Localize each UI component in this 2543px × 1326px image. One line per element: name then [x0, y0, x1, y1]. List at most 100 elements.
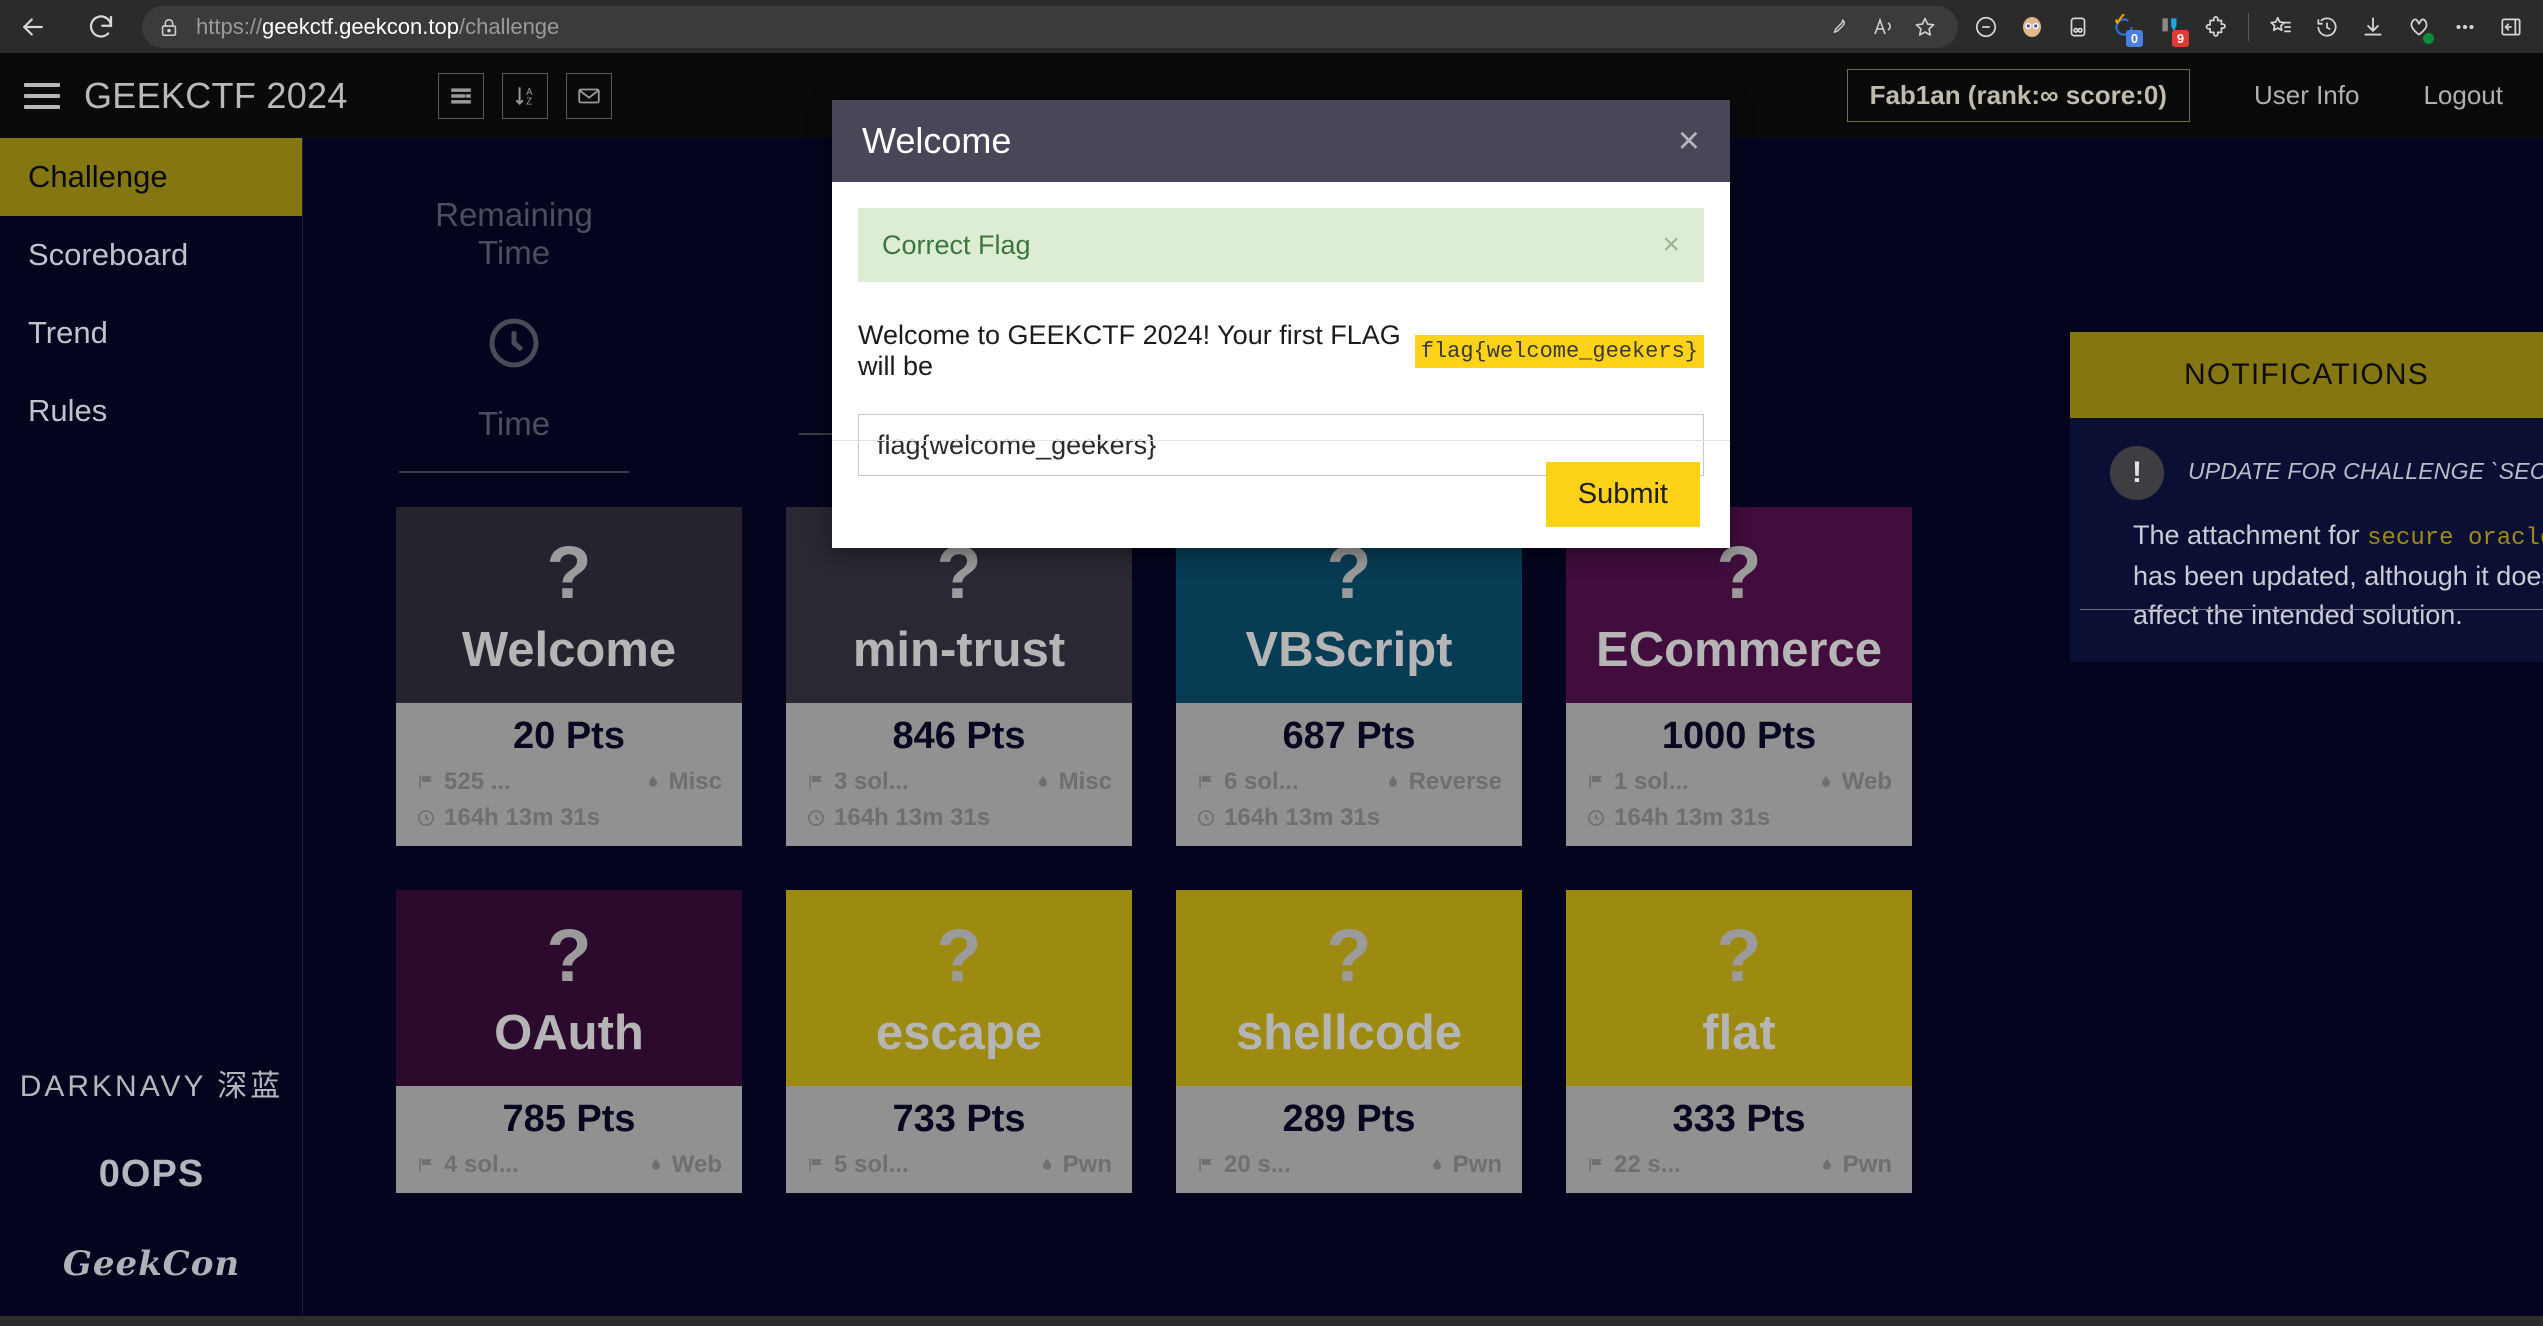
droplet-icon: [1042, 1159, 1051, 1170]
filter-list-icon[interactable]: [437, 72, 484, 119]
challenge-card[interactable]: ? VBScript 687 Pts 6 sol... Reverse 164h…: [1176, 507, 1522, 846]
welcome-sentence-text: Welcome to GEEKCTF 2024! Your first FLAG…: [858, 320, 1401, 381]
challenge-solves: 1 sol...: [1586, 768, 1689, 796]
bitwarden-badge-count: 9: [2172, 29, 2189, 47]
flag-icon: [419, 1158, 432, 1172]
sort-az-icon[interactable]: AZ: [501, 72, 548, 119]
question-mark-icon: ?: [546, 913, 592, 997]
droplet-icon: [1388, 776, 1397, 787]
lock-icon: [158, 16, 180, 38]
close-icon[interactable]: ×: [1678, 122, 1700, 160]
success-alert: Correct Flag ×: [858, 208, 1704, 282]
challenge-card-footer: 20 Pts 525 ... Misc 164h 13m 31s: [396, 703, 742, 846]
zoom-out-icon[interactable]: [1964, 5, 2008, 49]
status-dot-icon: [2423, 32, 2434, 44]
modal-header: Welcome ×: [832, 100, 1730, 182]
notification-text: The attachment for secure oracle has bee…: [2070, 500, 2543, 635]
favorites-list-icon[interactable]: [2259, 5, 2303, 49]
challenge-title: flat: [1702, 1006, 1776, 1061]
address-bar[interactable]: https://geekctf.geekcon.top/challenge: [142, 5, 1958, 48]
challenge-title: Welcome: [461, 623, 677, 678]
challenge-card[interactable]: ? OAuth 785 Pts 4 sol... Web: [396, 890, 742, 1193]
url-host: geekctf.geekcon.top: [262, 13, 459, 39]
split-screen-icon[interactable]: [2489, 5, 2533, 49]
flag-icon: [809, 775, 822, 789]
challenge-card-footer: 785 Pts 4 sol... Web: [396, 1086, 742, 1193]
question-mark-icon: ?: [1326, 913, 1372, 997]
task-checkmark-icon[interactable]: ✓ 0: [2102, 5, 2146, 49]
notification-title: UPDATE FOR CHALLENGE `SECURE ORACLE`: [2188, 458, 2543, 484]
bitwarden-icon[interactable]: 9: [2148, 5, 2192, 49]
submit-button[interactable]: Submit: [1545, 462, 1700, 527]
logout-link[interactable]: Logout: [2423, 80, 2503, 111]
history-icon[interactable]: [2305, 5, 2349, 49]
challenge-card[interactable]: ? flat 333 Pts 22 s... Pwn: [1566, 890, 1912, 1193]
droplet-icon: [651, 1159, 660, 1170]
url-text: https://geekctf.geekcon.top/challenge: [196, 14, 1814, 40]
hamburger-menu-icon[interactable]: [24, 82, 60, 109]
downloads-icon[interactable]: [2351, 5, 2395, 49]
sidebar-item-label: Trend: [28, 315, 108, 350]
droplet-icon: [648, 776, 657, 787]
task-badge-count: 0: [2126, 29, 2143, 47]
sidebar-item-rules[interactable]: Rules: [0, 372, 302, 450]
sidebar-item-label: Rules: [28, 393, 108, 428]
flag-icon: [419, 775, 432, 789]
challenge-time: 164h 13m 31s: [416, 804, 722, 832]
challenge-card-footer: 1000 Pts 1 sol... Web 164h 13m 31s: [1566, 703, 1912, 846]
clock-icon: [399, 312, 629, 379]
challenge-card[interactable]: ? shellcode 289 Pts 20 s... Pwn: [1176, 890, 1522, 1193]
read-aloud-pen-icon[interactable]: [1822, 8, 1860, 46]
back-arrow-icon[interactable]: [10, 4, 56, 50]
droplet-icon: [1038, 776, 1047, 787]
notification-item[interactable]: ! UPDATE FOR CHALLENGE `SECURE ORACLE`: [2070, 446, 2543, 500]
profile-avatar-icon[interactable]: [2010, 5, 2054, 49]
challenge-card[interactable]: ? ECommerce 1000 Pts 1 sol... Web 164h 1…: [1566, 507, 1912, 846]
challenge-category: Pwn: [1819, 1151, 1892, 1179]
question-mark-icon: ?: [936, 913, 982, 997]
question-mark-icon: ?: [1716, 913, 1762, 997]
sponsor-logos: DARKNAVY 深蓝 0OPS GeekCon: [0, 1061, 303, 1284]
sidebar: Challenge Scoreboard Trend Rules DARKNAV…: [0, 138, 303, 1326]
toolbar-divider: [2248, 12, 2249, 41]
challenge-card-top: ? OAuth: [396, 890, 742, 1086]
challenge-card[interactable]: ? Welcome 20 Pts 525 ... Misc 164h 13m 3…: [396, 507, 742, 846]
settings-more-icon[interactable]: [2443, 5, 2487, 49]
question-mark-icon: ?: [936, 530, 982, 614]
sidebar-item-scoreboard[interactable]: Scoreboard: [0, 216, 302, 294]
header-tools: AZ: [437, 72, 612, 119]
challenge-card-top: ? shellcode: [1176, 890, 1522, 1086]
user-info-link[interactable]: User Info: [2254, 80, 2360, 111]
challenge-solves: 22 s...: [1586, 1151, 1681, 1179]
flag-icon: [1199, 1158, 1212, 1172]
challenge-category: Reverse: [1385, 768, 1502, 796]
flag-icon: [1199, 775, 1212, 789]
question-mark-icon: ?: [1326, 530, 1372, 614]
browser-essentials-icon[interactable]: [2397, 5, 2441, 49]
reload-icon[interactable]: [78, 4, 124, 50]
challenge-solves: 4 sol...: [416, 1151, 519, 1179]
add-favorite-star-icon[interactable]: [1906, 8, 1944, 46]
challenge-solves: 6 sol...: [1196, 768, 1299, 796]
collections-icon[interactable]: [2056, 5, 2100, 49]
challenge-card-top: ? flat: [1566, 890, 1912, 1086]
challenge-category: Web: [648, 1151, 722, 1179]
modal-body: Correct Flag × Welcome to GEEKCTF 2024! …: [832, 182, 1730, 476]
sidebar-item-trend[interactable]: Trend: [0, 294, 302, 372]
svg-text:Z: Z: [526, 96, 532, 107]
puzzle-extensions-icon[interactable]: [2194, 5, 2238, 49]
user-score-badge[interactable]: Fab1an (rank:∞ score:0): [1846, 69, 2190, 122]
mail-icon[interactable]: [565, 72, 612, 119]
os-taskbar: [0, 1316, 2543, 1326]
read-aloud-icon[interactable]: [1864, 8, 1902, 46]
challenge-solves: 3 sol...: [806, 768, 909, 796]
challenge-card-top: ? Welcome: [396, 507, 742, 703]
notification-text-after: has been updated, although it does not a…: [2133, 560, 2543, 630]
challenge-card[interactable]: ? min-trust 846 Pts 3 sol... Misc 164h 1…: [786, 507, 1132, 846]
sidebar-item-challenge[interactable]: Challenge: [0, 138, 302, 216]
darknavy-logo: DARKNAVY 深蓝: [19, 1070, 284, 1103]
droplet-icon: [1822, 1159, 1831, 1170]
challenge-card[interactable]: ? escape 733 Pts 5 sol... Pwn: [786, 890, 1132, 1193]
welcome-modal: Welcome × Correct Flag × Welcome to GEEK…: [832, 100, 1730, 548]
alert-close-icon[interactable]: ×: [1662, 228, 1680, 262]
